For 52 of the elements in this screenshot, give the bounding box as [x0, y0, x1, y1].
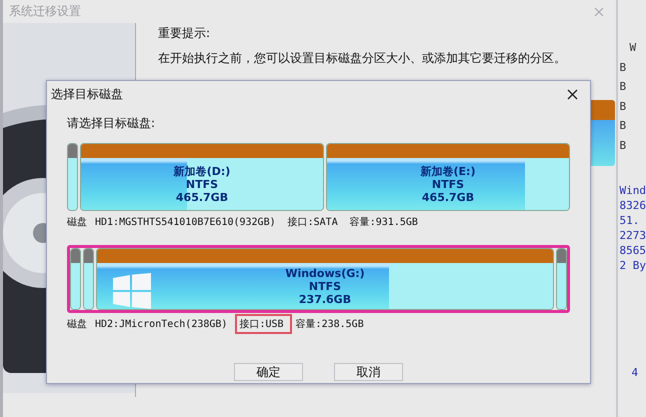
ok-button[interactable]: 确定 [234, 363, 303, 381]
disk-interface: 接口:SATA [286, 216, 339, 230]
prompt-text: 请选择目标磁盘: [67, 115, 156, 132]
cancel-button[interactable]: 取消 [334, 363, 403, 381]
dialog-title: 选择目标磁盘 [51, 86, 123, 102]
partition-block[interactable]: 新加卷(E:) NTFS 465.7GB [326, 143, 570, 211]
small-partition[interactable] [83, 248, 94, 310]
partition-block[interactable]: 新加卷(D:) NTFS 465.7GB [80, 143, 324, 211]
disk-label: 磁盘 [67, 318, 87, 331]
strip-text: B [620, 98, 628, 114]
file-system: NTFS [432, 178, 464, 190]
partition-name: 新加卷(E:) [420, 164, 476, 178]
partition-header-bar [84, 249, 93, 263]
strip-text: 2273 [620, 228, 646, 243]
partition-header-bar [68, 144, 77, 158]
disk-model: HD2:JMicronTech(238GB) [95, 318, 228, 330]
disk-map[interactable]: 新加卷(D:) NTFS 465.7GB 新加卷(E:) NTFS 465.7GB [67, 143, 570, 211]
partition-name: 新加卷(D:) [174, 164, 230, 178]
file-system: NTFS [186, 178, 218, 190]
disk-capacity: 容量:931.5GB [350, 216, 418, 229]
disk-capacity: 容量:238.5GB [296, 318, 364, 331]
partition-size: 237.6GB [298, 292, 352, 306]
strip-text: 8565 [620, 243, 646, 258]
strip-text: 2 By [620, 258, 646, 273]
strip-text: B [620, 138, 628, 154]
disk-label: 磁盘 [67, 216, 87, 229]
notice-text: 在开始执行之前，您可以设置目标磁盘分区大小、或添加其它要迁移的分区。 [158, 50, 566, 67]
partition-header-bar [71, 249, 80, 263]
strip-text: B [620, 79, 628, 95]
disk-model: HD1:MGSTHTS541010B7E610(932GB) [95, 216, 276, 228]
disk-map[interactable]: Windows(G:) NTFS 237.6GB [67, 245, 570, 313]
partition-size: 465.7GB [422, 190, 474, 204]
windows-logo-icon [113, 273, 151, 309]
strip-text: 8326 [620, 198, 646, 213]
partition-header-bar [557, 249, 566, 263]
strip-text: B [620, 118, 628, 134]
partition-name: Windows(G:) [285, 266, 365, 280]
strip-text: 4 [630, 365, 640, 380]
strip-text: 51. [620, 213, 640, 228]
partition-block[interactable]: Windows(G:) NTFS 237.6GB [96, 248, 554, 310]
small-partition[interactable] [67, 143, 78, 211]
window-title: 系统迁移设置 [9, 3, 81, 20]
small-partition[interactable] [70, 248, 81, 310]
strip-text: B [620, 60, 628, 76]
strip-text: Wind [620, 183, 646, 198]
notice-title: 重要提示: [158, 25, 212, 42]
partition-size: 465.7GB [176, 190, 228, 204]
close-icon[interactable] [567, 88, 578, 100]
disk-interface: 接口:USB [235, 314, 292, 334]
strip-text: W [628, 40, 638, 56]
small-partition[interactable] [556, 248, 567, 310]
file-system: NTFS [308, 280, 342, 292]
